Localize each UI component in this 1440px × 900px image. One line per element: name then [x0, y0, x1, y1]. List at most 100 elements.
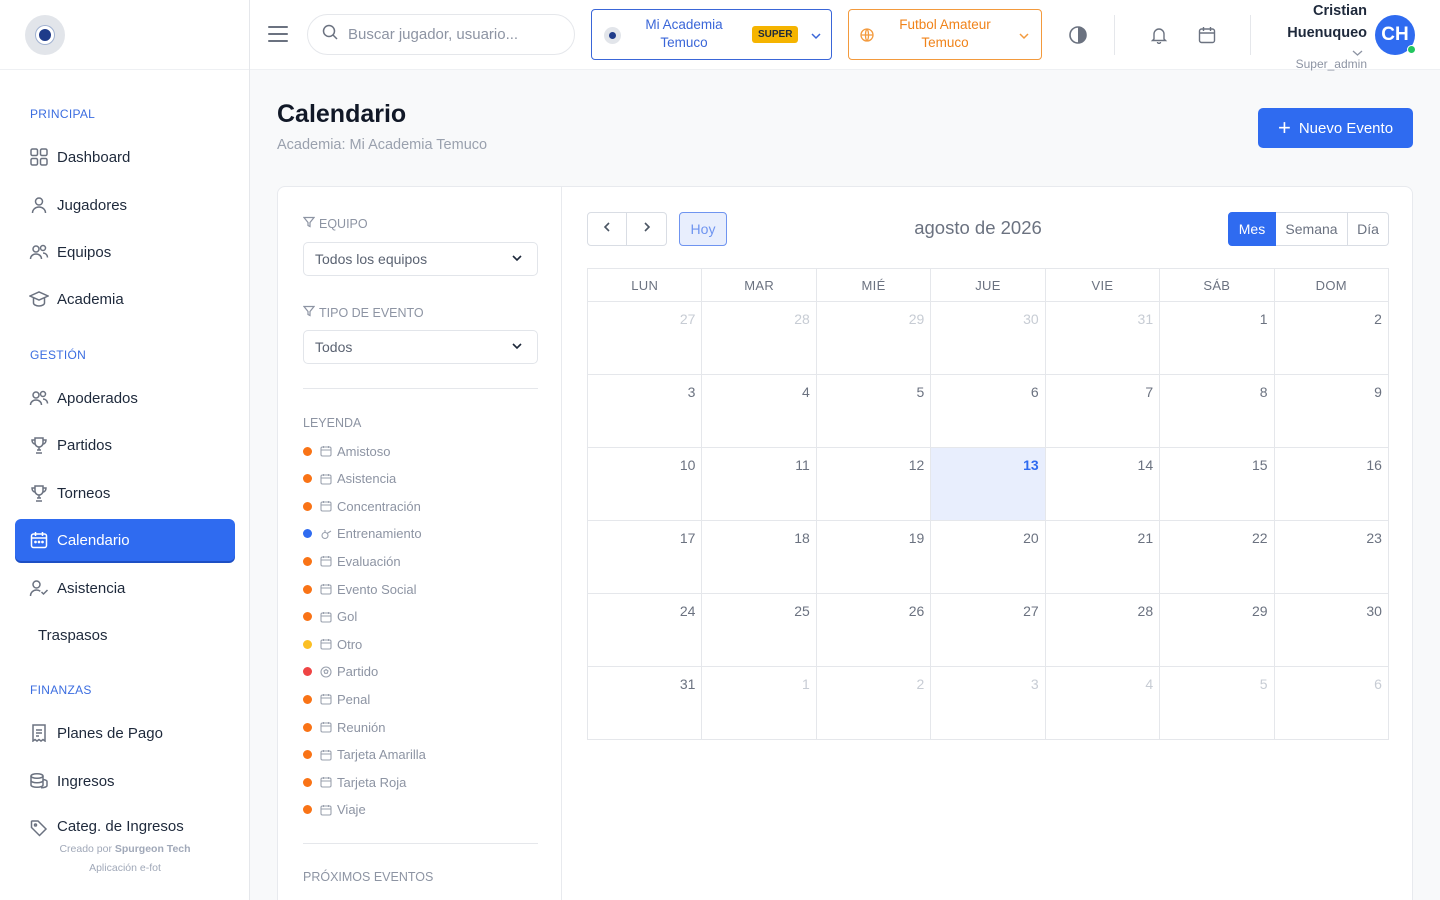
legend-label: Tarjeta Roja	[337, 774, 407, 790]
weekday-header: MIÉ	[816, 269, 932, 302]
day-cell[interactable]: 5	[1160, 667, 1275, 740]
day-cell[interactable]: 4	[1045, 667, 1161, 740]
day-cell[interactable]: 28	[702, 302, 817, 375]
new-event-button[interactable]: + Nuevo Evento	[1258, 108, 1413, 148]
day-cell[interactable]: 21	[1045, 521, 1161, 594]
sidebar-item-torneos[interactable]: Torneos	[15, 472, 235, 514]
bell-icon[interactable]	[1149, 25, 1169, 45]
grid-icon	[29, 147, 49, 167]
legend-dot	[303, 639, 312, 649]
sidebar-item-equipos[interactable]: Equipos	[15, 231, 235, 273]
day-cell[interactable]: 23	[1274, 521, 1389, 594]
legend-item: Concentración	[303, 498, 421, 514]
week-row: 31 1 2 3 4 5 6	[588, 667, 1389, 740]
sidebar-item-apoderados[interactable]: Apoderados	[15, 377, 235, 419]
legend-label: Evento Social	[337, 581, 417, 597]
day-cell[interactable]: 5	[816, 375, 932, 448]
week-row: 24 25 26 27 28 29 30	[588, 594, 1389, 667]
view-day-button[interactable]: Día	[1348, 212, 1389, 246]
day-cell[interactable]: 11	[702, 448, 817, 521]
next-month-button[interactable]	[627, 212, 667, 246]
legend-item: Tarjeta Amarilla	[303, 747, 426, 763]
online-status-dot	[1407, 45, 1416, 54]
sidebar-item-jugadores[interactable]: Jugadores	[15, 184, 235, 226]
day-cell[interactable]: 12	[816, 448, 932, 521]
filter-icon	[302, 305, 316, 320]
day-cell[interactable]: 29	[1160, 594, 1275, 667]
sidebar-item-label: Partidos	[57, 436, 113, 454]
day-cell[interactable]: 9	[1274, 375, 1389, 448]
day-cell[interactable]: 19	[816, 521, 932, 594]
search-input[interactable]	[348, 26, 548, 43]
user-name[interactable]: Cristian Huenuqueo	[1287, 0, 1367, 44]
ball-icon	[320, 666, 332, 678]
search-box[interactable]	[307, 14, 575, 55]
day-cell[interactable]: 10	[588, 448, 703, 521]
sidebar-item-dashboard[interactable]: Dashboard	[15, 136, 235, 178]
sidebar-item-label: Academia	[57, 290, 124, 308]
user-icon	[29, 195, 49, 215]
day-cell[interactable]: 29	[816, 302, 932, 375]
week-row: 17 18 19 20 21 22 23	[588, 521, 1389, 594]
prev-month-button[interactable]	[587, 212, 627, 246]
day-cell[interactable]: 8	[1160, 375, 1275, 448]
day-cell[interactable]: 28	[1045, 594, 1161, 667]
legend-dot	[303, 612, 312, 622]
app-logo[interactable]	[25, 14, 65, 55]
theme-toggle-icon[interactable]	[1068, 25, 1088, 45]
day-cell[interactable]: 20	[931, 521, 1046, 594]
sidebar-item-planes-de-pago[interactable]: Planes de Pago	[15, 712, 235, 754]
day-cell[interactable]: 25	[702, 594, 817, 667]
sidebar-item-asistencia[interactable]: Asistencia	[15, 567, 235, 609]
sidebar-item-academia[interactable]: Academia	[15, 278, 235, 320]
day-cell[interactable]: 3	[931, 667, 1046, 740]
sidebar-item-calendario[interactable]: Calendario	[15, 519, 235, 561]
day-cell[interactable]: 18	[702, 521, 817, 594]
day-cell[interactable]: 27	[588, 302, 703, 375]
sidebar-item-traspasos[interactable]: Traspasos	[15, 614, 235, 656]
day-cell[interactable]: 1	[1160, 302, 1275, 375]
sidebar-item-categ-ingresos[interactable]: Categ. de Ingresos	[15, 807, 235, 847]
day-cell[interactable]: 31	[588, 667, 703, 740]
legend-item: Partido	[303, 664, 378, 680]
day-cell[interactable]: 2	[816, 667, 932, 740]
whistle-icon	[320, 528, 332, 540]
day-cell[interactable]: 2	[1274, 302, 1389, 375]
club-selector[interactable]: Futbol Amateur Temuco	[848, 9, 1042, 60]
academy-selector[interactable]: Mi Academia Temuco SUPER	[591, 9, 832, 60]
legend-label: Partido	[337, 664, 379, 680]
footer-brand[interactable]: Spurgeon Tech	[115, 843, 191, 855]
sidebar-item-partidos[interactable]: Partidos	[15, 424, 235, 466]
sidebar-item-ingresos[interactable]: Ingresos	[15, 760, 235, 802]
team-select[interactable]: Todos los equipos	[303, 242, 538, 276]
view-month-button[interactable]: Mes	[1228, 212, 1276, 246]
day-cell[interactable]: 15	[1160, 448, 1275, 521]
day-cell[interactable]: 14	[1045, 448, 1161, 521]
coins-icon	[29, 771, 49, 791]
day-cell[interactable]: 30	[1274, 594, 1389, 667]
menu-icon[interactable]	[268, 26, 288, 42]
day-cell-today[interactable]: 13	[931, 448, 1046, 521]
event-type-select[interactable]: Todos	[303, 330, 538, 364]
today-button[interactable]: Hoy	[679, 212, 727, 246]
day-cell[interactable]: 24	[588, 594, 703, 667]
day-cell[interactable]: 6	[931, 375, 1046, 448]
sidebar-item-label: Planes de Pago	[57, 724, 163, 742]
legend-item: Evaluación	[303, 553, 401, 569]
day-cell[interactable]: 1	[702, 667, 817, 740]
day-cell[interactable]: 4	[702, 375, 817, 448]
day-cell[interactable]: 6	[1274, 667, 1389, 740]
day-cell[interactable]: 27	[931, 594, 1046, 667]
day-cell[interactable]: 3	[588, 375, 703, 448]
legend-item: Viaje	[303, 802, 366, 818]
view-week-button[interactable]: Semana	[1276, 212, 1348, 246]
day-cell[interactable]: 7	[1045, 375, 1161, 448]
day-cell[interactable]: 31	[1045, 302, 1161, 375]
day-cell[interactable]: 22	[1160, 521, 1275, 594]
day-cell[interactable]: 26	[816, 594, 932, 667]
day-cell[interactable]: 16	[1274, 448, 1389, 521]
day-cell[interactable]: 30	[931, 302, 1046, 375]
calendar-icon[interactable]	[1197, 25, 1217, 45]
day-cell[interactable]: 17	[588, 521, 703, 594]
legend-dot	[303, 529, 312, 539]
